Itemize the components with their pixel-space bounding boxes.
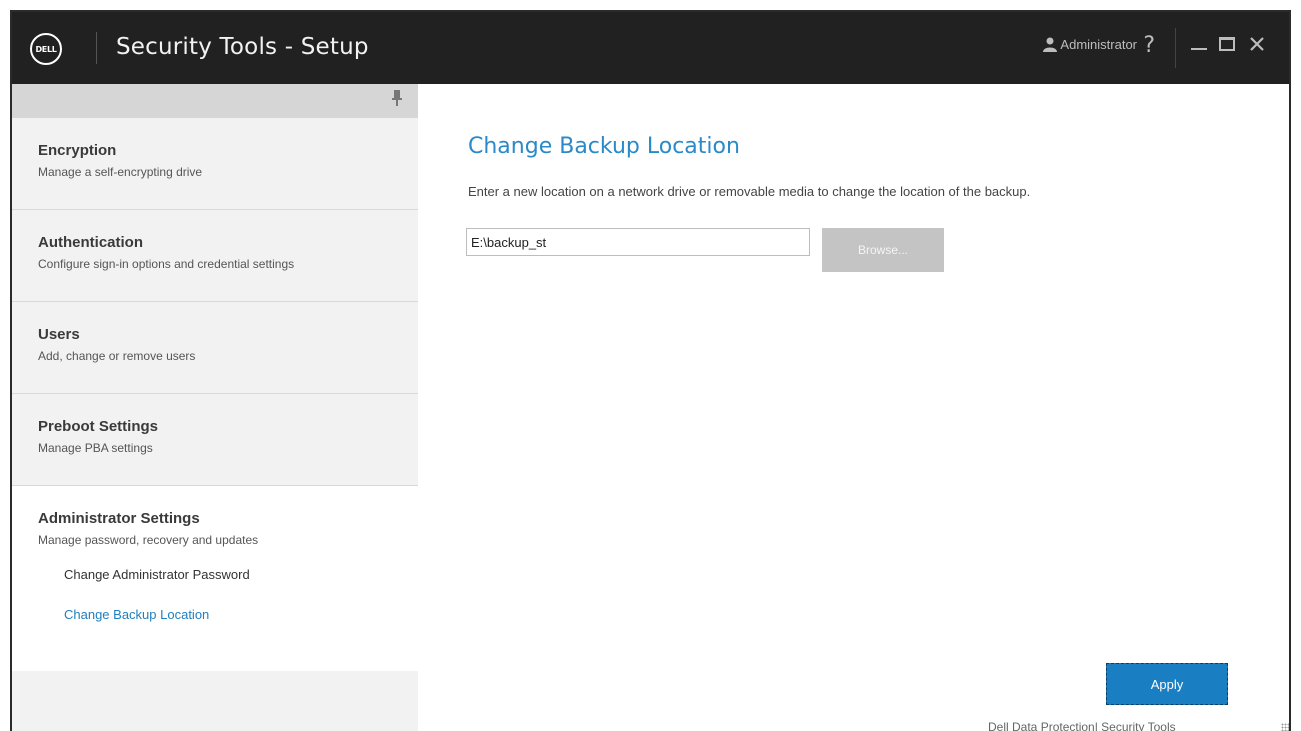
screenshot-frame: DELL Security Tools - Setup Administrato…: [0, 0, 1301, 731]
sidebar-item-desc: Manage password, recovery and updates: [38, 533, 259, 547]
sidebar-item-title: Authentication: [38, 234, 143, 251]
page-description: Enter a new location on a network drive …: [468, 184, 1031, 199]
user-icon: [1043, 37, 1058, 52]
sidebar-item-administrator-settings[interactable]: Administrator Settings Manage password, …: [12, 486, 418, 671]
main-panel: Change Backup Location Enter a new locat…: [418, 84, 1289, 731]
sidebar-item-title: Users: [38, 326, 80, 343]
title-bar[interactable]: DELL Security Tools - Setup Administrato…: [12, 12, 1289, 84]
dell-logo-text: DELL: [35, 44, 57, 54]
app-window: DELL Security Tools - Setup Administrato…: [10, 10, 1291, 731]
sidebar-header: [12, 84, 418, 118]
dell-logo: DELL: [30, 33, 62, 65]
sidebar-item-users[interactable]: Users Add, change or remove users: [12, 302, 418, 394]
user-label: Administrator: [1060, 36, 1137, 52]
page-title: Change Backup Location: [468, 134, 740, 159]
sidebar-item-title: Administrator Settings: [38, 510, 200, 527]
minimize-icon: [1191, 48, 1207, 50]
apply-button[interactable]: Apply: [1106, 663, 1228, 705]
sidebar: Encryption Manage a self-encrypting driv…: [12, 84, 418, 731]
sidebar-item-preboot-settings[interactable]: Preboot Settings Manage PBA settings: [12, 394, 418, 486]
minimize-button[interactable]: [1187, 32, 1211, 56]
sidebar-item-encryption[interactable]: Encryption Manage a self-encrypting driv…: [12, 118, 418, 210]
maximize-icon: [1219, 37, 1235, 51]
sidebar-item-desc: Manage PBA settings: [38, 441, 153, 455]
footer-text: Dell Data Protection| Security Tools: [988, 720, 1176, 731]
user-menu[interactable]: Administrator: [1042, 36, 1137, 52]
sidebar-item-title: Encryption: [38, 142, 117, 159]
sidebar-item-authentication[interactable]: Authentication Configure sign-in options…: [12, 210, 418, 302]
maximize-button[interactable]: [1215, 32, 1239, 56]
browse-button[interactable]: Browse...: [822, 228, 944, 272]
pin-icon[interactable]: [392, 90, 402, 106]
sidebar-item-desc: Manage a self-encrypting drive: [38, 165, 203, 179]
subitem-change-backup-location[interactable]: Change Backup Location: [64, 607, 418, 622]
subitem-change-administrator-password[interactable]: Change Administrator Password: [64, 567, 418, 582]
titlebar-divider: [1175, 28, 1176, 68]
window-title: Security Tools - Setup: [116, 34, 369, 60]
resize-grip[interactable]: [1281, 723, 1289, 731]
backup-path-input[interactable]: [466, 228, 810, 256]
close-button[interactable]: [1245, 32, 1269, 56]
close-icon: [1250, 37, 1264, 51]
help-icon[interactable]: ?: [1143, 33, 1155, 58]
sidebar-item-title: Preboot Settings: [38, 418, 159, 435]
sidebar-item-desc: Configure sign-in options and credential…: [38, 257, 295, 271]
logo-divider: [96, 32, 97, 64]
sidebar-item-desc: Add, change or remove users: [38, 349, 196, 363]
